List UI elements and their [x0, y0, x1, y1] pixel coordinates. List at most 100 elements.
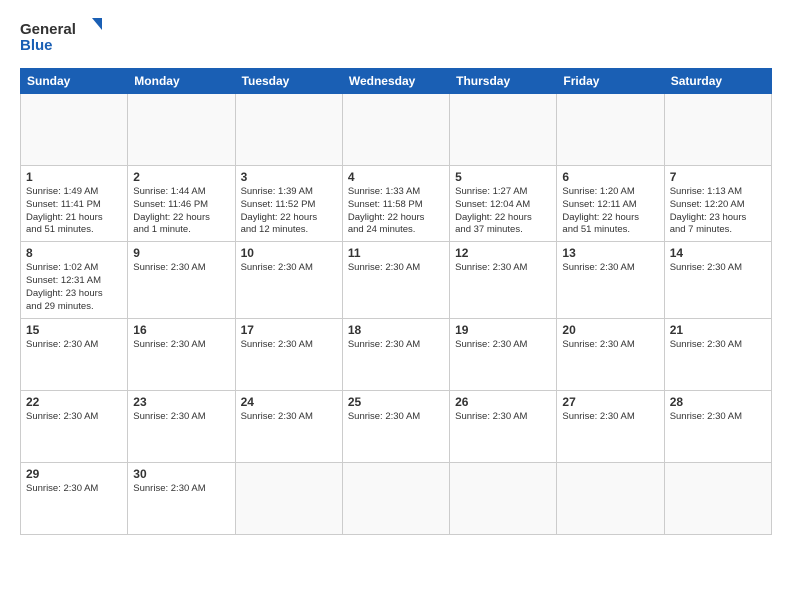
day-cell — [557, 94, 664, 166]
day-info: Sunrise: 2:30 AM — [562, 411, 658, 424]
day-cell: 20Sunrise: 2:30 AM — [557, 318, 664, 390]
day-info: Sunrise: 2:30 AM — [241, 262, 337, 275]
day-cell — [342, 94, 449, 166]
day-info: Sunrise: 2:30 AM — [670, 411, 766, 424]
day-number: 4 — [348, 170, 444, 184]
day-info: Sunrise: 1:39 AM Sunset: 11:52 PM Daylig… — [241, 186, 337, 237]
day-cell: 14Sunrise: 2:30 AM — [664, 242, 771, 318]
day-info: Sunrise: 2:30 AM — [348, 411, 444, 424]
day-number: 30 — [133, 467, 229, 481]
day-number: 24 — [241, 395, 337, 409]
day-info: Sunrise: 1:49 AM Sunset: 11:41 PM Daylig… — [26, 186, 122, 237]
day-number: 2 — [133, 170, 229, 184]
day-info: Sunrise: 2:30 AM — [133, 483, 229, 496]
week-row-3: 8Sunrise: 1:02 AM Sunset: 12:31 AM Dayli… — [21, 242, 772, 318]
col-header-monday: Monday — [128, 69, 235, 94]
week-row-5: 22Sunrise: 2:30 AM23Sunrise: 2:30 AM24Su… — [21, 390, 772, 462]
day-cell — [664, 94, 771, 166]
day-number: 16 — [133, 323, 229, 337]
day-info: Sunrise: 1:20 AM Sunset: 12:11 AM Daylig… — [562, 186, 658, 237]
day-cell: 30 Sunrise: 2:30 AM — [128, 462, 235, 534]
day-info: Sunrise: 2:30 AM — [562, 339, 658, 352]
day-info: Sunrise: 2:30 AM — [670, 262, 766, 275]
day-number: 23 — [133, 395, 229, 409]
day-info: Sunrise: 2:30 AM — [348, 262, 444, 275]
day-cell: 8Sunrise: 1:02 AM Sunset: 12:31 AM Dayli… — [21, 242, 128, 318]
day-info: Sunrise: 2:30 AM — [26, 339, 122, 352]
day-number: 11 — [348, 246, 444, 260]
day-number: 28 — [670, 395, 766, 409]
day-info: Sunrise: 2:30 AM — [241, 339, 337, 352]
day-cell: 19 Sunrise: 2:30 AM — [450, 318, 557, 390]
day-cell: 28 Sunrise: 2:30 AM — [664, 390, 771, 462]
day-cell: 2 Sunrise: 1:44 AM Sunset: 11:46 PM Dayli… — [128, 166, 235, 242]
day-number: 19 — [455, 323, 551, 337]
day-cell: 24 Sunrise: 2:30 AM — [235, 390, 342, 462]
week-row-4: 15Sunrise: 2:30 AM16Sunrise: 2:30 AM17Su… — [21, 318, 772, 390]
day-info: Sunrise: 2:30 AM — [562, 262, 658, 275]
day-cell: 4 Sunrise: 1:33 AM Sunset: 11:58 PM Dayli… — [342, 166, 449, 242]
day-number: 18 — [348, 323, 444, 337]
day-info: Sunrise: 1:27 AM Sunset: 12:04 AM Daylig… — [455, 186, 551, 237]
day-cell: 16Sunrise: 2:30 AM — [128, 318, 235, 390]
day-cell: 11 Sunrise: 2:30 AM — [342, 242, 449, 318]
day-info: Sunrise: 2:30 AM — [241, 411, 337, 424]
day-cell — [342, 462, 449, 534]
day-cell: 18 Sunrise: 2:30 AM — [342, 318, 449, 390]
day-cell — [450, 94, 557, 166]
calendar-header-row: SundayMondayTuesdayWednesdayThursdayFrid… — [21, 69, 772, 94]
day-number: 3 — [241, 170, 337, 184]
day-cell — [235, 94, 342, 166]
day-cell: 7 Sunrise: 1:13 AM Sunset: 12:20 AM Dayli… — [664, 166, 771, 242]
day-cell: 6 Sunrise: 1:20 AM Sunset: 12:11 AM Dayli… — [557, 166, 664, 242]
day-cell: 5 Sunrise: 1:27 AM Sunset: 12:04 AM Dayli… — [450, 166, 557, 242]
day-cell: 1 Sunrise: 1:49 AM Sunset: 11:41 PM Dayli… — [21, 166, 128, 242]
day-number: 1 — [26, 170, 122, 184]
day-cell: 9 Sunrise: 2:30 AM — [128, 242, 235, 318]
day-number: 9 — [133, 246, 229, 260]
day-cell: 15Sunrise: 2:30 AM — [21, 318, 128, 390]
day-cell: 10 Sunrise: 2:30 AM — [235, 242, 342, 318]
week-row-6: 29 Sunrise: 2:30 AM 30 Sunrise: 2:30 AM — [21, 462, 772, 534]
day-number: 5 — [455, 170, 551, 184]
day-cell: 17 Sunrise: 2:30 AM — [235, 318, 342, 390]
day-cell: 12 Sunrise: 2:30 AM — [450, 242, 557, 318]
day-number: 17 — [241, 323, 337, 337]
day-cell — [557, 462, 664, 534]
day-number: 25 — [348, 395, 444, 409]
day-info: Sunrise: 2:30 AM — [348, 339, 444, 352]
day-info: Sunrise: 2:30 AM — [455, 411, 551, 424]
day-cell: 21Sunrise: 2:30 AM — [664, 318, 771, 390]
day-info: Sunrise: 2:30 AM — [455, 339, 551, 352]
header: General Blue — [20, 16, 772, 58]
day-cell: 22Sunrise: 2:30 AM — [21, 390, 128, 462]
day-info: Sunrise: 1:44 AM Sunset: 11:46 PM Daylig… — [133, 186, 229, 237]
day-number: 13 — [562, 246, 658, 260]
day-number: 22 — [26, 395, 122, 409]
day-number: 10 — [241, 246, 337, 260]
day-cell: 26Sunrise: 2:30 AM — [450, 390, 557, 462]
col-header-wednesday: Wednesday — [342, 69, 449, 94]
day-number: 12 — [455, 246, 551, 260]
day-info: Sunrise: 1:13 AM Sunset: 12:20 AM Daylig… — [670, 186, 766, 237]
day-number: 27 — [562, 395, 658, 409]
day-info: Sunrise: 2:30 AM — [26, 483, 122, 496]
day-cell: 3 Sunrise: 1:39 AM Sunset: 11:52 PM Dayli… — [235, 166, 342, 242]
day-info: Sunrise: 2:30 AM — [133, 411, 229, 424]
col-header-saturday: Saturday — [664, 69, 771, 94]
day-cell — [21, 94, 128, 166]
day-info: Sunrise: 1:33 AM Sunset: 11:58 PM Daylig… — [348, 186, 444, 237]
svg-text:General: General — [20, 21, 76, 38]
page: General Blue SundayMondayTuesdayWednesda… — [0, 0, 792, 612]
day-number: 7 — [670, 170, 766, 184]
day-cell — [128, 94, 235, 166]
day-number: 6 — [562, 170, 658, 184]
day-number: 29 — [26, 467, 122, 481]
day-info: Sunrise: 2:30 AM — [133, 262, 229, 275]
day-cell: 25 Sunrise: 2:30 AM — [342, 390, 449, 462]
col-header-sunday: Sunday — [21, 69, 128, 94]
day-cell: 23 Sunrise: 2:30 AM — [128, 390, 235, 462]
day-number: 8 — [26, 246, 122, 260]
day-info: Sunrise: 2:30 AM — [455, 262, 551, 275]
day-cell: 13 Sunrise: 2:30 AM — [557, 242, 664, 318]
